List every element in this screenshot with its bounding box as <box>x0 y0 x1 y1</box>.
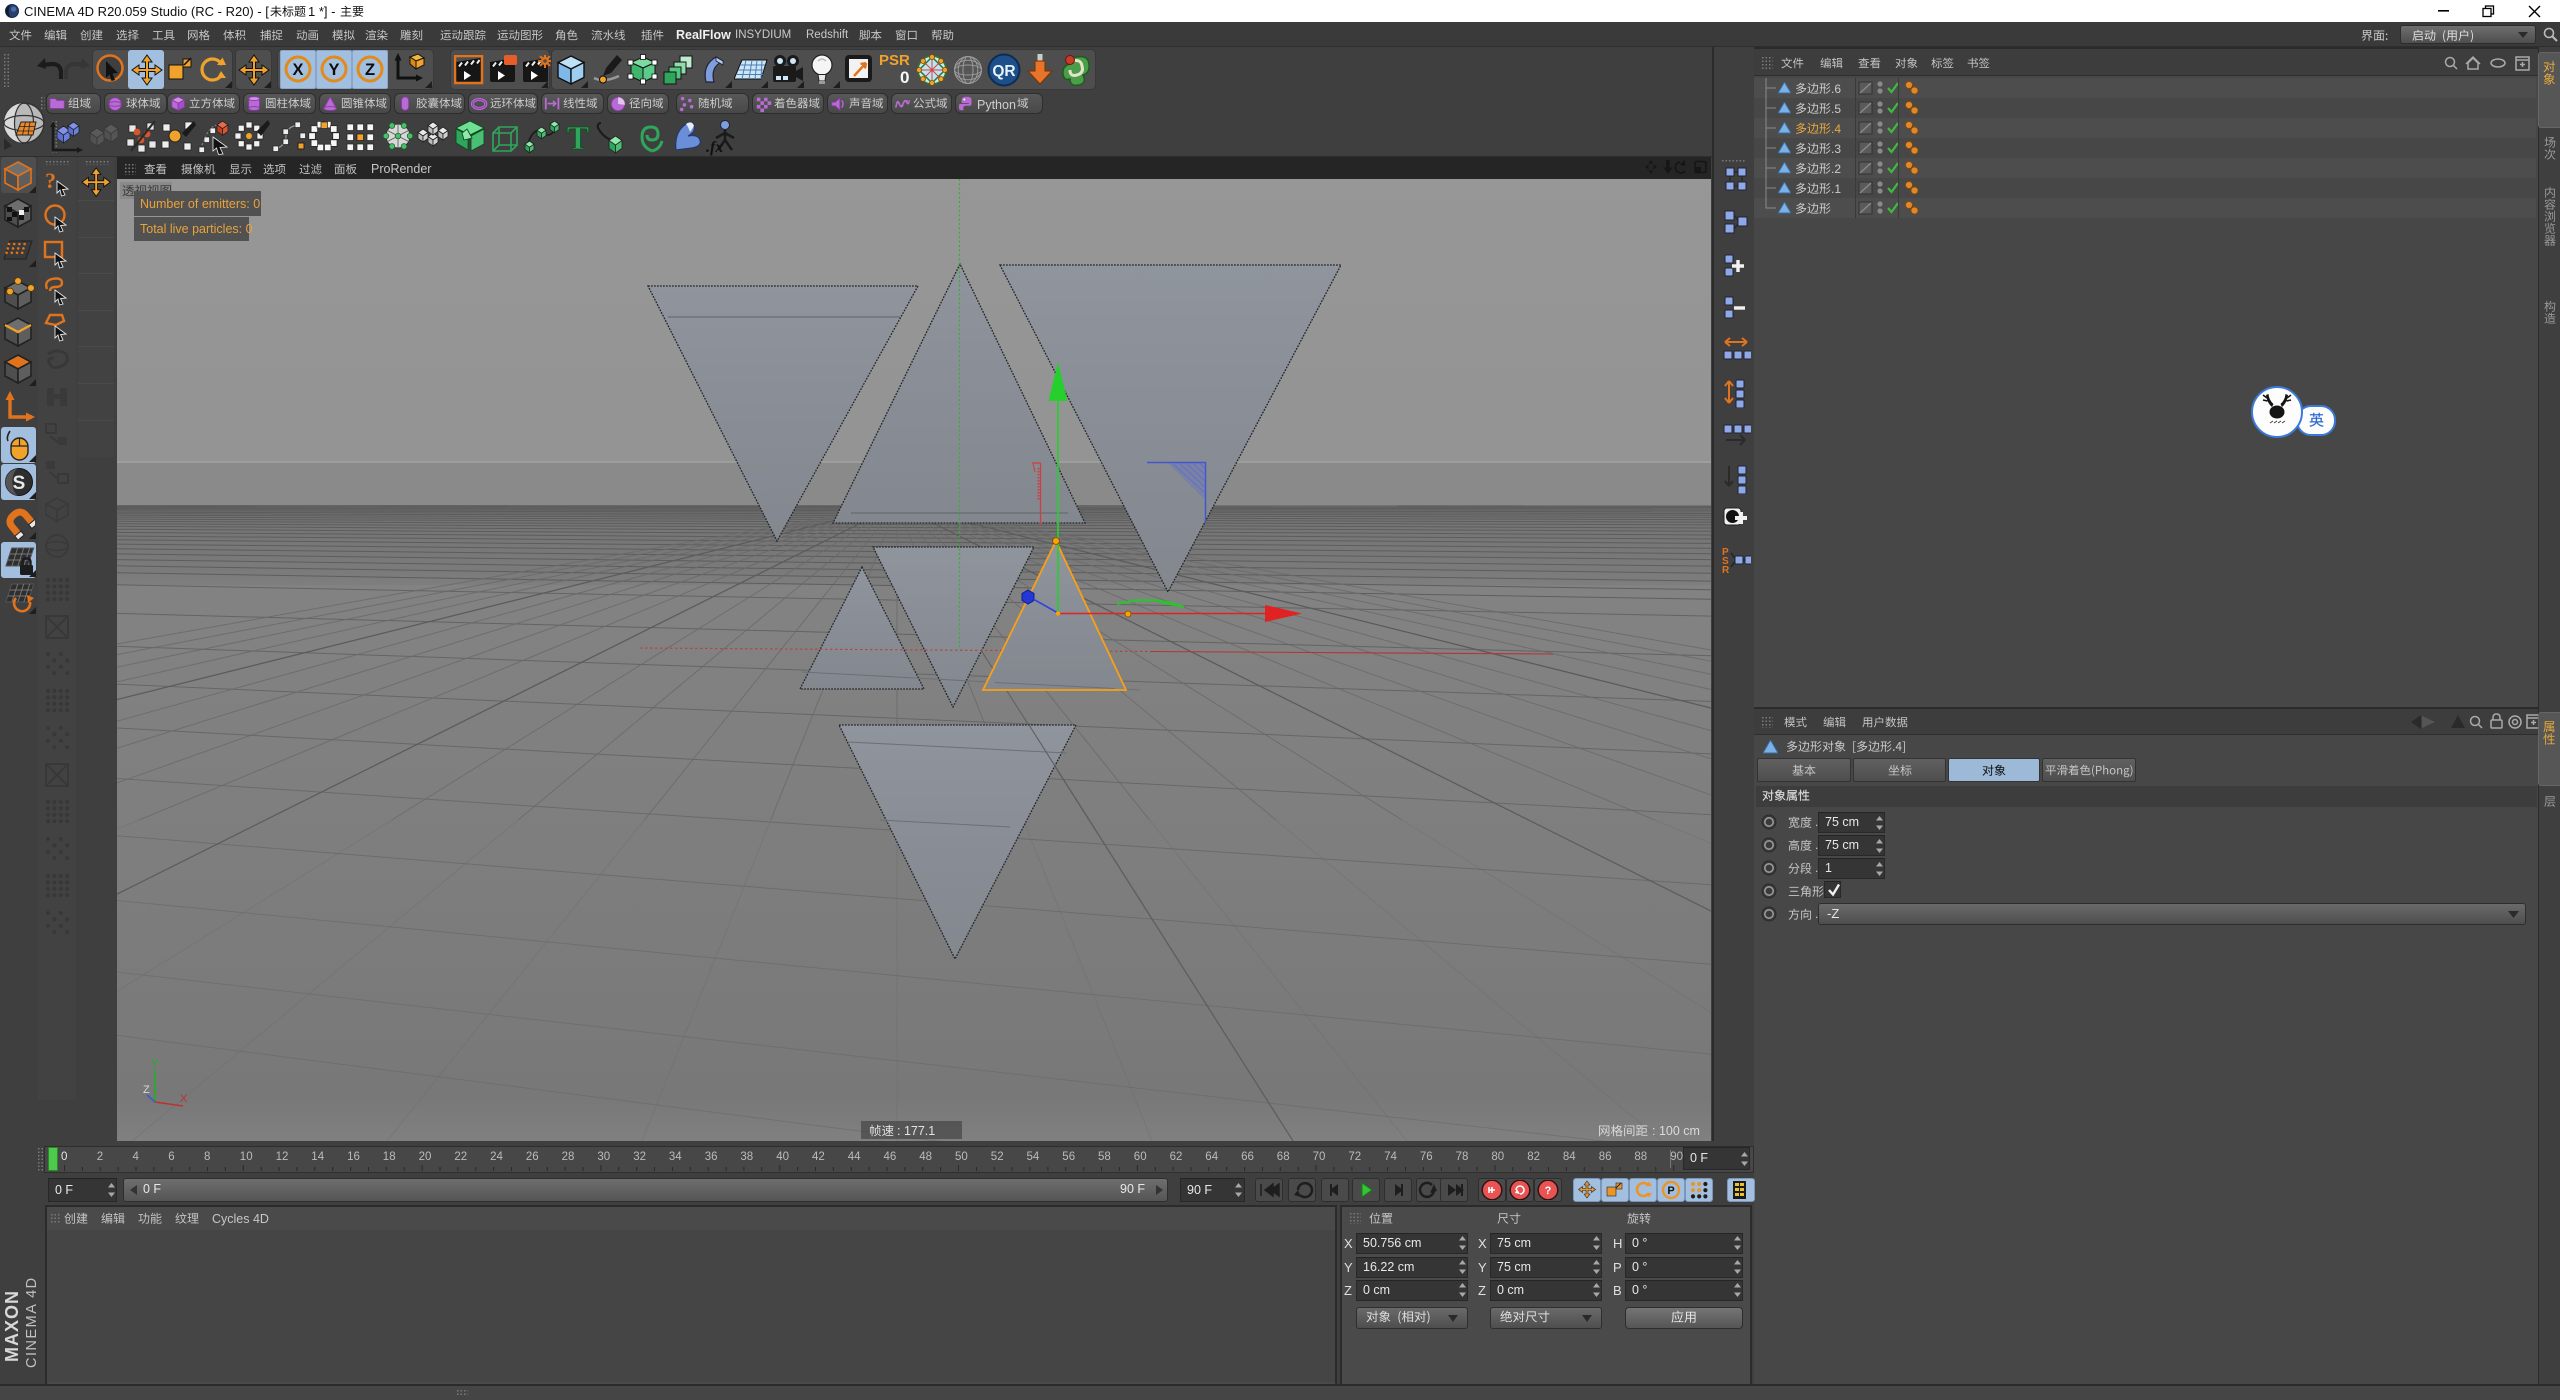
svg-text:10: 10 <box>240 1151 253 1163</box>
svg-text:82: 82 <box>1527 1151 1540 1163</box>
svg-text:S: S <box>13 473 26 494</box>
svg-text:8: 8 <box>204 1151 210 1163</box>
svg-text:P: P <box>1667 1185 1674 1197</box>
svg-text:PSR: PSR <box>879 52 910 69</box>
svg-text:88: 88 <box>1634 1151 1647 1163</box>
svg-text:42: 42 <box>812 1151 825 1163</box>
svg-text:2: 2 <box>97 1151 103 1163</box>
svg-text:76: 76 <box>1420 1151 1433 1163</box>
svg-text:68: 68 <box>1277 1151 1290 1163</box>
svg-text:50: 50 <box>955 1151 968 1163</box>
svg-text:44: 44 <box>848 1151 861 1163</box>
svg-text:84: 84 <box>1563 1151 1576 1163</box>
svg-text:R: R <box>1722 565 1730 576</box>
svg-text:86: 86 <box>1599 1151 1612 1163</box>
svg-text:56: 56 <box>1062 1151 1075 1163</box>
svg-text:Python: Python <box>977 98 1016 112</box>
svg-text:X: X <box>180 1093 188 1105</box>
svg-text:Y: Y <box>151 1058 159 1070</box>
svg-text:26: 26 <box>526 1151 539 1163</box>
svg-text:Z: Z <box>365 61 375 79</box>
svg-text:48: 48 <box>919 1151 932 1163</box>
svg-text:46: 46 <box>884 1151 897 1163</box>
svg-text:34: 34 <box>669 1151 682 1163</box>
svg-text:38: 38 <box>740 1151 753 1163</box>
svg-text:80: 80 <box>1491 1151 1504 1163</box>
svg-text:0: 0 <box>900 68 909 87</box>
svg-text:52: 52 <box>991 1151 1004 1163</box>
svg-text:?: ? <box>1545 1185 1552 1197</box>
svg-text:18: 18 <box>383 1151 396 1163</box>
svg-text:T: T <box>567 120 590 155</box>
svg-text:66: 66 <box>1241 1151 1254 1163</box>
svg-text:28: 28 <box>562 1151 575 1163</box>
svg-text:58: 58 <box>1098 1151 1111 1163</box>
svg-text:.fx: .fx <box>706 139 723 156</box>
svg-text:90: 90 <box>1670 1151 1683 1163</box>
svg-text:74: 74 <box>1384 1151 1397 1163</box>
svg-text:22: 22 <box>454 1151 467 1163</box>
svg-text:60: 60 <box>1134 1151 1147 1163</box>
svg-text:14: 14 <box>311 1151 324 1163</box>
svg-text:62: 62 <box>1170 1151 1183 1163</box>
svg-text:30: 30 <box>597 1151 610 1163</box>
svg-text:78: 78 <box>1456 1151 1469 1163</box>
svg-text:QR: QR <box>992 63 1015 80</box>
svg-text:Y: Y <box>328 61 339 79</box>
svg-text:12: 12 <box>276 1151 289 1163</box>
svg-text:4: 4 <box>133 1151 140 1163</box>
svg-text:72: 72 <box>1348 1151 1361 1163</box>
svg-text:0: 0 <box>61 1151 67 1163</box>
svg-text:20: 20 <box>419 1151 432 1163</box>
svg-text:Z: Z <box>143 1084 150 1096</box>
svg-text:32: 32 <box>633 1151 646 1163</box>
svg-text:16: 16 <box>347 1151 360 1163</box>
svg-text:X: X <box>292 61 303 79</box>
svg-text:?: ? <box>45 168 56 193</box>
svg-text:40: 40 <box>776 1151 789 1163</box>
svg-text:64: 64 <box>1205 1151 1218 1163</box>
svg-text:36: 36 <box>705 1151 718 1163</box>
svg-text:70: 70 <box>1313 1151 1326 1163</box>
svg-text:54: 54 <box>1027 1151 1040 1163</box>
svg-text:6: 6 <box>168 1151 174 1163</box>
svg-text:24: 24 <box>490 1151 503 1163</box>
